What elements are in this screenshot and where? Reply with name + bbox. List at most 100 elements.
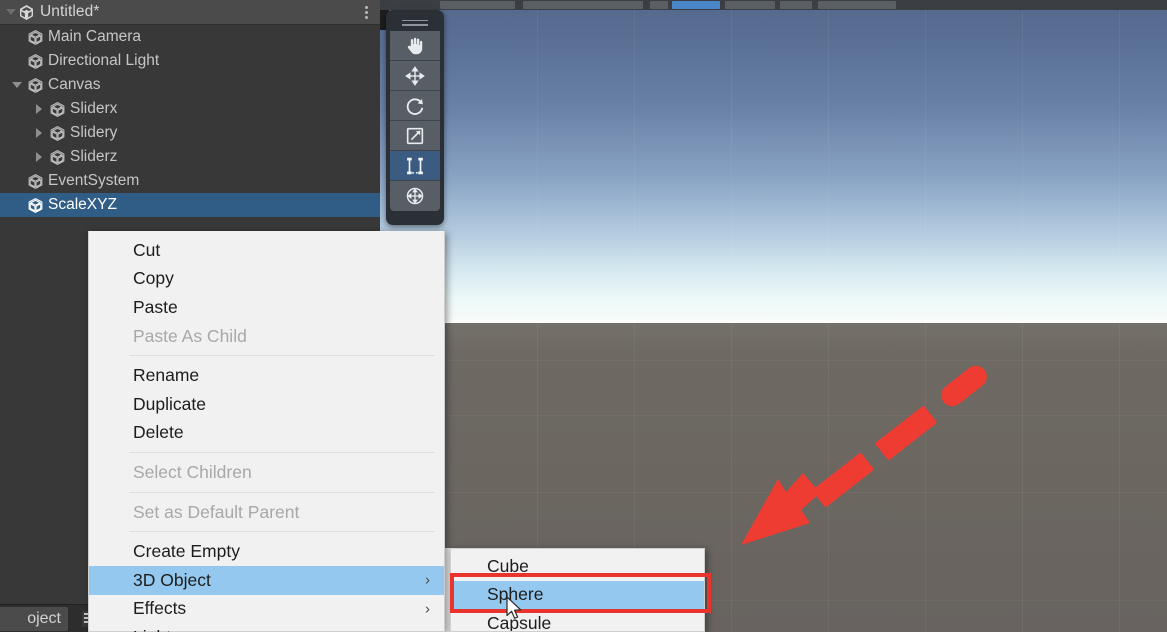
hierarchy-header[interactable]: Untitled* (0, 0, 380, 25)
menu-item-label: Paste As Child (133, 325, 247, 346)
menu-item-3d-object[interactable]: 3D Object › (89, 565, 444, 595)
scene-view[interactable] (380, 0, 1167, 632)
submenu-item-capsule[interactable]: Capsule (451, 609, 704, 631)
toolbar-button-6[interactable] (780, 1, 812, 9)
hierarchy-item-main-camera[interactable]: Main Camera (0, 25, 380, 49)
gameobject-cube-icon-wrapper (46, 97, 68, 121)
menu-item-label: Create Empty (133, 541, 240, 562)
triangle-right-icon[interactable] (32, 97, 46, 121)
triangle-right-icon[interactable] (32, 145, 46, 169)
unity-editor-window: Untitled* Main Camera Directional Light Ca… (0, 0, 1167, 632)
row-expander-empty (10, 49, 24, 73)
menu-item-rename[interactable]: Rename (89, 361, 444, 390)
menu-item-label: 3D Object (133, 569, 211, 590)
menu-item-label: Select Children (133, 461, 252, 482)
grid-line-vertical (1119, 0, 1120, 632)
grid-line-horizontal (380, 492, 1167, 493)
menu-item-label: Set as Default Parent (133, 501, 300, 522)
mouse-pointer-icon (506, 596, 522, 619)
gameobject-cube-icon-wrapper (24, 193, 46, 217)
hand-tool-button[interactable] (390, 31, 440, 61)
menu-item-create-empty[interactable]: Create Empty (89, 537, 444, 566)
chevron-right-icon: › (425, 571, 430, 589)
move-tool-button[interactable] (390, 61, 440, 91)
scale-icon (406, 127, 424, 144)
grid-line-vertical (1022, 0, 1023, 632)
rect-transform-icon (407, 157, 423, 174)
grid-line-vertical (731, 0, 732, 632)
hierarchy-item-slidery[interactable]: Slidery (0, 121, 380, 145)
menu-item-light[interactable]: Light› (89, 623, 444, 632)
hierarchy-item-scalexyz[interactable]: ScaleXYZ (0, 193, 380, 217)
gameobject-cube-icon-wrapper (24, 73, 46, 97)
toolbar-button-1[interactable] (440, 1, 515, 9)
toolbar-button-7[interactable] (818, 1, 896, 9)
toolbar-button-3[interactable] (650, 1, 668, 9)
gameobject-cube-icon-wrapper (24, 49, 46, 73)
gameobject-cube-icon (50, 101, 64, 117)
triangle-down-icon[interactable] (4, 0, 17, 25)
gameobject-cube-icon (28, 197, 42, 213)
3d-object-submenu[interactable]: Cube Sphere Capsule (450, 548, 705, 632)
menu-item-delete[interactable]: Delete (89, 419, 444, 448)
hierarchy-item-label: Directional Light (48, 52, 160, 69)
menu-item-paste[interactable]: Paste (89, 293, 444, 322)
submenu-item-label: Cube (487, 555, 529, 576)
grid-line-vertical (925, 0, 926, 632)
drag-grip-icon[interactable] (390, 14, 440, 31)
tab-project-label: oject (27, 610, 61, 627)
editor-toolbar-strip[interactable] (380, 0, 1167, 10)
hierarchy-list[interactable]: Main Camera Directional Light Canvas Slider… (0, 25, 380, 217)
triangle-down-icon[interactable] (10, 73, 24, 97)
menu-item-label: Light (133, 627, 171, 632)
rect-transform-tool-button[interactable] (390, 151, 440, 181)
scale-tool-button[interactable] (390, 121, 440, 151)
hierarchy-item-label: Slidery (70, 124, 118, 141)
menu-item-label: Copy (133, 268, 174, 289)
toolbar-button-2[interactable] (523, 1, 643, 9)
toolbar-button-4[interactable] (672, 1, 720, 9)
hierarchy-item-label: ScaleXYZ (48, 196, 117, 213)
menu-item-set-as-default-parent: Set as Default Parent (89, 498, 444, 527)
menu-item-label: Paste (133, 296, 178, 317)
transform-icon (406, 187, 424, 205)
scene-tool-palette[interactable] (386, 10, 444, 225)
gameobject-cube-icon-wrapper (46, 145, 68, 169)
submenu-item-sphere[interactable]: Sphere (451, 580, 704, 610)
toolbar-button-5[interactable] (725, 1, 775, 9)
triangle-right-icon[interactable] (32, 121, 46, 145)
gameobject-cube-icon (50, 125, 64, 141)
hierarchy-item-eventsystem[interactable]: EventSystem (0, 169, 380, 193)
hierarchy-item-directional-light[interactable]: Directional Light (0, 49, 380, 73)
hierarchy-item-sliderz[interactable]: Sliderz (0, 145, 380, 169)
move-arrows-icon (405, 65, 425, 86)
transform-tool-button[interactable] (390, 181, 440, 211)
grid-line-vertical (537, 0, 538, 632)
rotate-tool-button[interactable] (390, 91, 440, 121)
gameobject-cube-icon (50, 149, 64, 165)
menu-separator (129, 491, 434, 493)
gameobject-cube-icon-wrapper (46, 121, 68, 145)
page-title: Untitled* (40, 3, 100, 20)
hierarchy-item-label: Sliderx (70, 100, 118, 117)
row-expander-empty (10, 25, 24, 49)
hierarchy-context-menu[interactable]: Cut Copy Paste Paste As Child Rename Duplicat… (88, 231, 445, 632)
menu-item-cut[interactable]: Cut (89, 236, 444, 265)
menu-item-effects[interactable]: Effects › (89, 595, 444, 624)
submenu-item-cube[interactable]: Cube (451, 552, 704, 581)
tab-project[interactable]: oject (0, 607, 68, 631)
menu-item-select-children: Select Children (89, 458, 444, 487)
grid-line-horizontal (380, 360, 1167, 361)
menu-item-label: Duplicate (133, 393, 206, 414)
hierarchy-item-canvas[interactable]: Canvas (0, 73, 380, 97)
gameobject-cube-icon (28, 29, 42, 45)
menu-item-duplicate[interactable]: Duplicate (89, 390, 444, 419)
hierarchy-item-label: EventSystem (48, 172, 140, 189)
scene-sky (380, 0, 1167, 323)
unity-scene-icon (17, 3, 36, 22)
menu-item-label: Cut (133, 239, 161, 260)
hierarchy-item-sliderx[interactable]: Sliderx (0, 97, 380, 121)
menu-item-copy[interactable]: Copy (89, 265, 444, 294)
kebab-menu-icon[interactable] (365, 0, 368, 25)
menu-item-label: Rename (133, 365, 200, 386)
